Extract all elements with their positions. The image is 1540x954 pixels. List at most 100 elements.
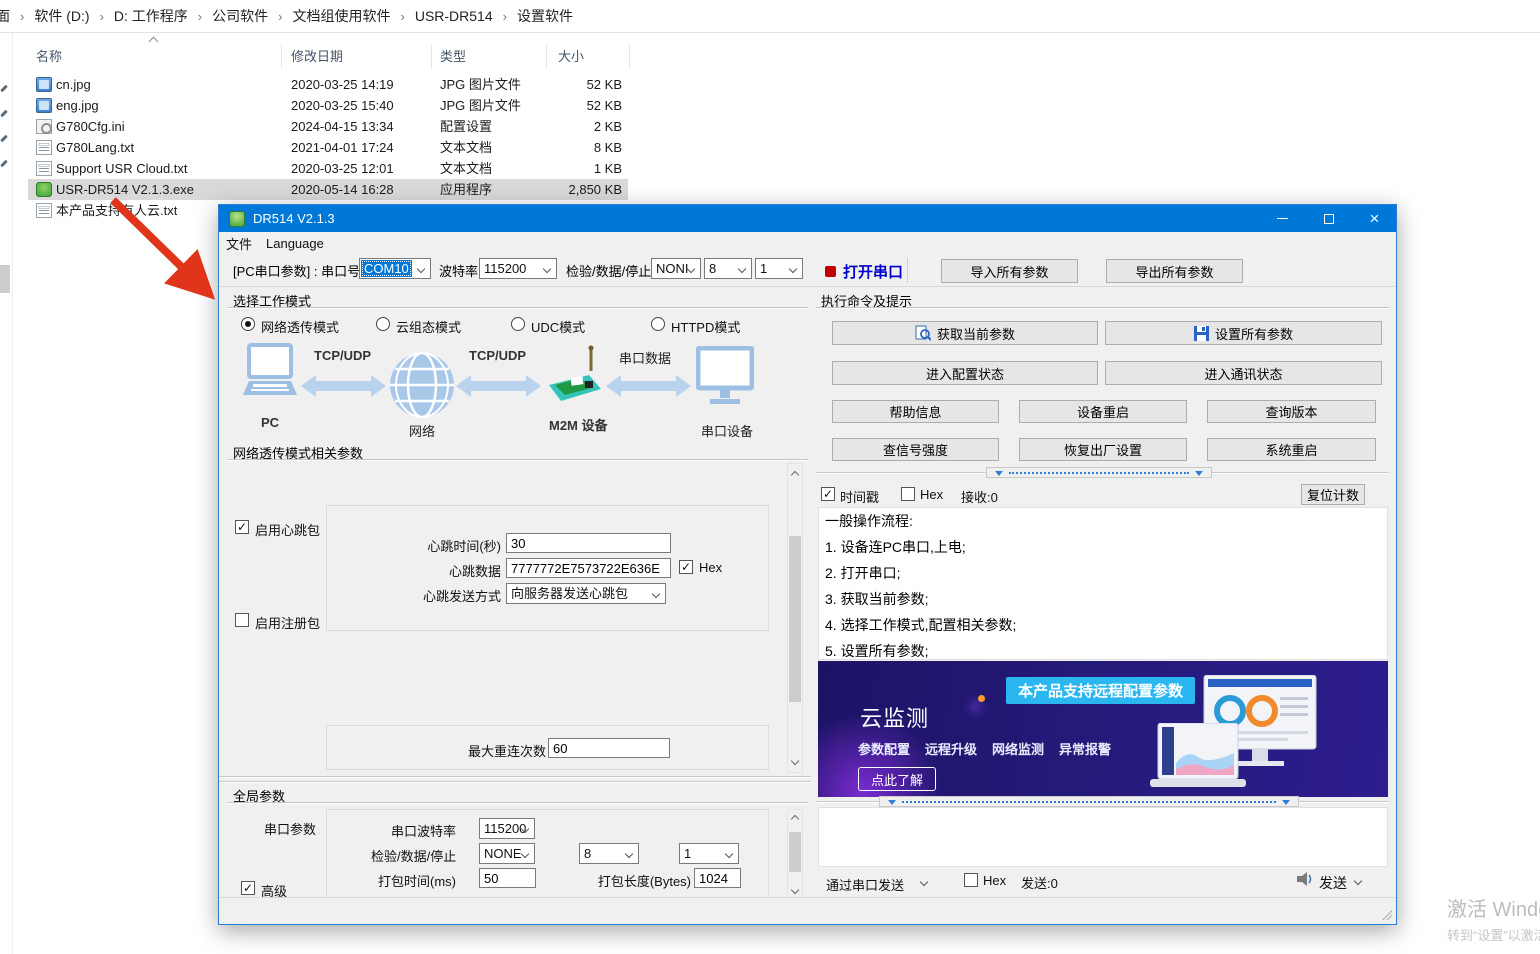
column-header-name[interactable]: 名称 (36, 45, 62, 69)
enter-comm-button[interactable]: 进入通讯状态 (1105, 361, 1382, 385)
serial-device-icon (696, 346, 754, 408)
menu-file[interactable]: 文件 (219, 234, 259, 253)
recv-hex-label[interactable]: Hex (920, 487, 943, 502)
nav-scrollbar-thumb[interactable] (0, 265, 10, 293)
breadcrumb-item[interactable]: 面 (0, 6, 14, 26)
system-reboot-button[interactable]: 系统重启 (1207, 438, 1376, 461)
breadcrumb-separator-icon: › (192, 9, 208, 24)
breadcrumb-item[interactable]: 软件 (D:) (30, 6, 93, 26)
minimize-button[interactable] (1260, 205, 1305, 232)
cloud-banner[interactable]: 本产品支持远程配置参数 云监测 参数配置 远程升级 网络监测 异常报警 点此了解 (818, 661, 1388, 797)
file-date: 2024-04-15 13:34 (291, 116, 394, 137)
splitter-handle[interactable] (986, 467, 1212, 478)
column-header-date[interactable]: 修改日期 (291, 45, 343, 69)
com-port-select[interactable]: COM10 (359, 258, 431, 279)
enable-register-label[interactable]: 启用注册包 (255, 613, 320, 632)
window-titlebar[interactable]: DR514 V2.1.3 (219, 205, 1396, 232)
column-header-size[interactable]: 大小 (558, 45, 584, 69)
query-version-button[interactable]: 查询版本 (1207, 400, 1376, 423)
global-scrollbar[interactable] (787, 809, 803, 900)
export-params-button[interactable]: 导出所有参数 (1106, 259, 1243, 283)
device-reboot-button[interactable]: 设备重启 (1019, 400, 1187, 423)
radio-label[interactable]: 云组态模式 (396, 317, 461, 336)
activation-watermark: 激活 Windows 转到“设置”以激活 Windows。 (1447, 893, 1540, 944)
section-splitter[interactable] (219, 776, 811, 778)
breadcrumb-item[interactable]: 设置软件 (513, 6, 577, 26)
enter-config-button[interactable]: 进入配置状态 (832, 361, 1098, 385)
heartbeat-hex-label[interactable]: Hex (699, 560, 722, 575)
radio-cloud-mode[interactable] (376, 317, 390, 331)
close-button[interactable]: × (1352, 205, 1397, 232)
feature-item: 异常报警 (1059, 739, 1111, 758)
pack-time-input[interactable] (479, 868, 536, 888)
import-params-button[interactable]: 导入所有参数 (941, 259, 1078, 283)
advanced-checkbox[interactable] (241, 881, 255, 895)
section-splitter[interactable] (219, 781, 811, 783)
data-bits-select[interactable]: 8 (704, 258, 752, 279)
table-row[interactable]: G780Cfg.ini 2024-04-15 13:34 配置设置 2 KB (28, 116, 628, 137)
timestamp-label[interactable]: 时间戳 (840, 487, 879, 506)
signal-strength-button[interactable]: 查信号强度 (832, 438, 999, 461)
heartbeat-time-input[interactable] (506, 533, 671, 553)
help-button[interactable]: 帮助信息 (832, 400, 999, 423)
pc-icon (239, 343, 299, 409)
table-row[interactable]: cn.jpg 2020-03-25 14:19 JPG 图片文件 52 KB (28, 74, 628, 95)
params-scrollbar[interactable] (787, 463, 803, 773)
radio-transparent-mode[interactable] (241, 317, 255, 331)
table-row[interactable]: G780Lang.txt 2021-04-01 17:24 文本文档 8 KB (28, 137, 628, 158)
baud-select[interactable]: 115200 (479, 258, 557, 279)
send-input-area[interactable] (818, 807, 1388, 867)
global-baud-select[interactable]: 115200 (479, 818, 535, 839)
factory-reset-button[interactable]: 恢复出厂设置 (1019, 438, 1187, 461)
chevron-down-icon (920, 878, 928, 886)
max-reconnect-input[interactable] (548, 738, 670, 758)
table-row[interactable]: Support USR Cloud.txt 2020-03-25 12:01 文… (28, 158, 628, 179)
breadcrumb-item[interactable]: 文档组使用软件 (288, 6, 394, 26)
enable-heartbeat-label[interactable]: 启用心跳包 (255, 520, 320, 539)
get-params-button[interactable]: 获取当前参数 (832, 321, 1098, 345)
set-params-button[interactable]: 设置所有参数 (1105, 321, 1382, 345)
column-header-type[interactable]: 类型 (440, 45, 466, 69)
splitter-handle[interactable] (879, 796, 1299, 807)
reset-count-button[interactable]: 复位计数 (1301, 484, 1365, 505)
menu-language[interactable]: Language (259, 236, 331, 251)
radio-label[interactable]: UDC模式 (531, 317, 585, 336)
breadcrumb-item[interactable]: D: 工作程序 (110, 6, 192, 26)
table-row-selected[interactable]: USR-DR514 V2.1.3.exe 2020-05-14 16:28 应用… (28, 179, 628, 200)
radio-label[interactable]: HTTPD模式 (671, 317, 740, 336)
resize-grip[interactable] (1382, 910, 1392, 920)
radio-label[interactable]: 网络透传模式 (261, 317, 339, 336)
send-hex-label[interactable]: Hex (983, 873, 1006, 888)
enable-register-checkbox[interactable] (235, 613, 249, 627)
file-name: cn.jpg (56, 74, 91, 95)
heartbeat-hex-checkbox[interactable] (679, 560, 693, 574)
timestamp-checkbox[interactable] (821, 487, 835, 501)
send-button[interactable]: 发送 (1319, 873, 1347, 893)
breadcrumb-item[interactable]: USR-DR514 (411, 8, 497, 24)
open-port-button[interactable]: 打开串口 (825, 261, 903, 282)
global-stop-bits-select[interactable]: 1 (679, 843, 739, 864)
send-channel-select[interactable]: 通过串口发送 (826, 875, 904, 894)
global-data-bits-select[interactable]: 8 (579, 843, 639, 864)
breadcrumb-item[interactable]: 公司软件 (208, 6, 272, 26)
global-parity-select[interactable]: NONE (479, 843, 535, 864)
banner-title: 云监测 (860, 701, 929, 733)
splitter-arrow-icon (888, 800, 896, 805)
recv-hex-checkbox[interactable] (901, 487, 915, 501)
radio-httpd-mode[interactable] (651, 317, 665, 331)
stop-bits-select[interactable]: 1 (755, 258, 803, 279)
table-row[interactable]: eng.jpg 2020-03-25 15:40 JPG 图片文件 52 KB (28, 95, 628, 116)
heartbeat-mode-select[interactable]: 向服务器发送心跳包 (506, 583, 666, 604)
parity-select[interactable]: NONI (651, 258, 701, 279)
send-hex-checkbox[interactable] (964, 873, 978, 887)
enable-heartbeat-checkbox[interactable] (235, 520, 249, 534)
watermark-line1: 激活 Windows (1447, 893, 1540, 922)
pack-length-label: 打包长度(Bytes) (579, 871, 691, 890)
radio-udc-mode[interactable] (511, 317, 525, 331)
banner-cta-button[interactable]: 点此了解 (858, 767, 936, 791)
log-output[interactable]: 一般操作流程: 1. 设备连PC串口,上电; 2. 打开串口; 3. 获取当前参… (818, 507, 1388, 660)
maximize-button[interactable] (1306, 205, 1351, 232)
pack-length-input[interactable] (694, 868, 741, 888)
link-arrow-icon (301, 373, 386, 399)
heartbeat-data-input[interactable] (506, 558, 671, 578)
